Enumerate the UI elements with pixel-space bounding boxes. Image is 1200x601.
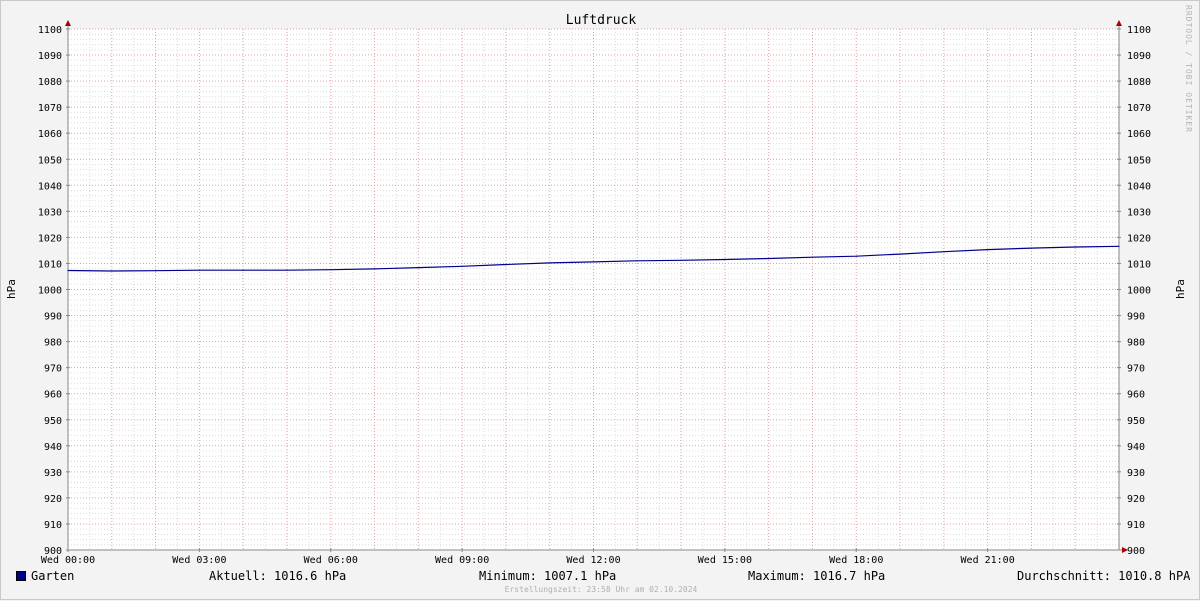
y-tick-label: 940 — [44, 442, 62, 453]
y-axis-label-right: hPa — [1174, 279, 1187, 299]
y-axis-arrow-left — [65, 20, 71, 26]
chart-canvas: 900 910 920 930 940 950 960 970 980 990 1000 1010 10… — [5, 13, 1187, 566]
y-tick-label: 1020 — [38, 233, 62, 244]
chart-panel: 900 910 920 930 940 950 960 970 980 990 1000 1010 10… — [0, 0, 1200, 600]
legend-label-garten: Garten — [31, 569, 75, 583]
x-tick-label: Wed 21:00 — [961, 555, 1015, 566]
y-tick-labels-right: 900 910 920 930 940 950 960 970 980 990 1000 1010 10… — [1127, 25, 1151, 557]
series-point — [198, 269, 200, 271]
y-tick-label: 980 — [44, 338, 62, 349]
x-tick-label: Wed 18:00 — [829, 555, 883, 566]
series-point — [461, 265, 463, 267]
series-point — [549, 262, 551, 264]
y-tick-label: 990 — [1127, 312, 1145, 323]
y-tick-label: 990 — [44, 312, 62, 323]
y-tick-label: 1040 — [38, 181, 62, 192]
y-tick-label: 1020 — [1127, 233, 1151, 244]
series-point — [768, 257, 770, 260]
rrdtool-watermark: RRDTOOL / TOBI OETIKER — [1184, 5, 1193, 133]
creation-timestamp: Erstellungszeit: 23:58 Uhr am 02.10.2024 — [504, 585, 698, 594]
y-tick-label: 940 — [1127, 442, 1145, 453]
y-tick-label: 930 — [44, 468, 62, 479]
y-tick-label: 1000 — [1127, 286, 1151, 297]
x-tick-label: Wed 12:00 — [566, 555, 620, 566]
series-point — [111, 270, 113, 272]
y-tick-label: 1080 — [1127, 77, 1151, 88]
series-point — [1118, 245, 1120, 247]
series-point — [67, 269, 69, 272]
series-point — [417, 267, 419, 269]
y-tick-label: 1060 — [38, 129, 62, 140]
y-tick-label: 930 — [1127, 468, 1145, 479]
y-tick-label: 1100 — [1127, 25, 1151, 36]
stat-maximum: Maximum: 1016.7 hPa — [748, 569, 886, 583]
series-point — [987, 249, 989, 251]
stat-average: Durchschnitt: 1010.8 hPA — [1017, 569, 1191, 583]
x-tick-label: Wed 03:00 — [172, 555, 226, 566]
y-tick-labels-left: 9009109209309409509609709809901000101010… — [38, 25, 62, 557]
y-tick-label: 970 — [1127, 364, 1145, 375]
y-tick-label: 950 — [44, 416, 62, 427]
y-tick-label: 950 — [1127, 416, 1145, 427]
series-point — [855, 255, 857, 257]
y-tick-label: 910 — [44, 520, 62, 531]
y-tick-label: 920 — [44, 494, 62, 505]
y-tick-label: 1040 — [1127, 181, 1151, 192]
y-tick-label: 1030 — [1127, 207, 1151, 218]
x-tick-label: Wed 15:00 — [698, 555, 752, 566]
series-point — [680, 259, 682, 261]
y-tick-label: 960 — [1127, 390, 1145, 401]
y-tick-label: 970 — [44, 364, 62, 375]
series-point — [242, 269, 244, 271]
y-tick-label: 910 — [1127, 520, 1145, 531]
series-point — [373, 268, 376, 270]
series-point — [899, 253, 901, 255]
y-tick-label: 1050 — [38, 155, 62, 166]
y-tick-label: 1010 — [1127, 259, 1151, 270]
chart-title: Luftdruck — [566, 13, 637, 28]
series-point — [1074, 246, 1076, 248]
y-tick-label: 1090 — [38, 51, 62, 62]
y-tick-label: 1000 — [38, 286, 62, 297]
series-point — [155, 270, 157, 272]
series-point — [636, 260, 638, 262]
series-point — [505, 263, 507, 266]
series-point — [943, 251, 945, 253]
y-tick-label: 1060 — [1127, 129, 1151, 140]
series-point — [592, 261, 595, 263]
y-tick-label: 1070 — [1127, 103, 1151, 114]
y-tick-label: 1030 — [38, 207, 62, 218]
y-tick-label: 1010 — [38, 259, 62, 270]
x-tick-labels: Wed 00:00 Wed 03:00 Wed 06:00 Wed 09:00 Wed … — [41, 555, 1015, 566]
y-tick-label: 960 — [44, 390, 62, 401]
y-tick-label: 1050 — [1127, 155, 1151, 166]
y-tick-label: 1090 — [1127, 51, 1151, 62]
series-point — [1030, 247, 1032, 249]
y-tick-label: 1100 — [38, 25, 62, 36]
series-point — [286, 269, 288, 271]
y-axis-label-left: hPa — [5, 279, 18, 299]
stat-minimum: Minimum: 1007.1 hPa — [479, 569, 617, 583]
legend-swatch-garten — [16, 571, 26, 581]
y-axis-arrow-right — [1116, 20, 1122, 26]
stat-current: Aktuell: 1016.6 hPa — [209, 569, 347, 583]
series-point — [811, 256, 814, 258]
y-tick-label: 980 — [1127, 338, 1145, 349]
x-tick-label: Wed 00:00 — [41, 555, 95, 566]
series-point — [724, 258, 726, 261]
series-point — [330, 269, 332, 271]
y-tick-label: 900 — [1127, 546, 1145, 557]
y-tick-label: 920 — [1127, 494, 1145, 505]
y-tick-label: 1080 — [38, 77, 62, 88]
x-tick-label: Wed 06:00 — [304, 555, 358, 566]
y-tick-label: 1070 — [38, 103, 62, 114]
x-tick-label: Wed 09:00 — [435, 555, 489, 566]
